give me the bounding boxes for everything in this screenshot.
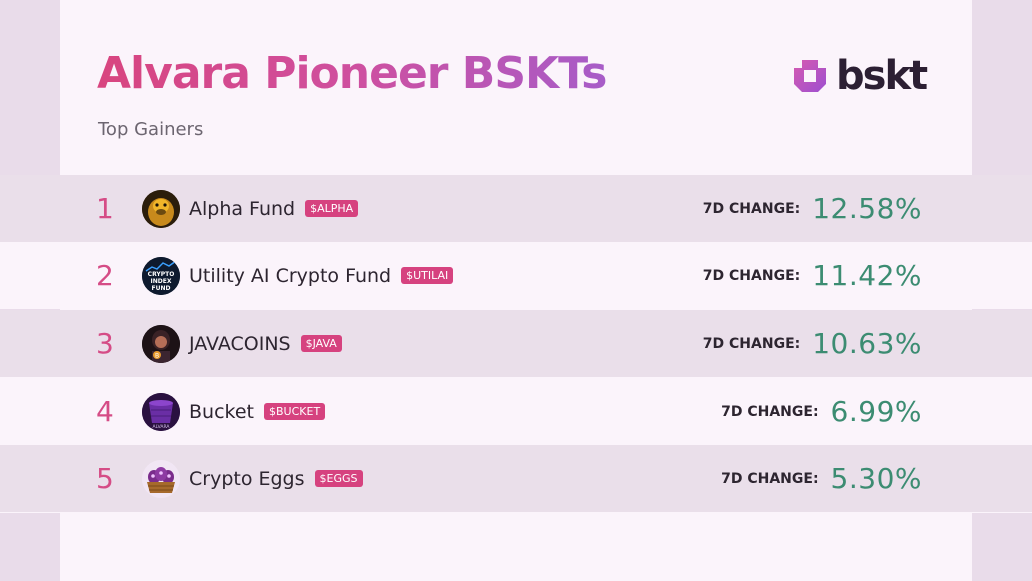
list-item: 1 Alpha Fund $ALPHA 7D CHANGE: 12.58% — [0, 175, 1032, 242]
gorilla-avatar-icon — [142, 189, 180, 228]
java-character-avatar-icon: B — [142, 324, 180, 363]
change-label: 7D CHANGE: — [702, 335, 801, 352]
crypto-index-fund-avatar-icon: CRYPTO INDEX FUND — [142, 256, 180, 295]
bskt-logo-icon — [794, 60, 826, 92]
change-label: 7D CHANGE: — [721, 470, 819, 487]
rank-number: 3 — [96, 327, 114, 360]
fund-name: Alpha Fund $ALPHA — [189, 198, 359, 220]
svg-text:CRYPTO: CRYPTO — [148, 271, 175, 278]
bskt-logo: bskt — [792, 53, 928, 99]
change-value: 11.42% — [812, 259, 922, 292]
rank-number: 4 — [96, 395, 114, 428]
change-value: 6.99% — [830, 395, 922, 428]
change-value: 5.30% — [830, 462, 922, 495]
svg-text:B: B — [155, 352, 159, 359]
ticker-badge: $UTILAI — [401, 266, 454, 284]
fund-name: Utility AI Crypto Fund $UTILAI — [189, 265, 454, 287]
rank-number: 1 — [96, 192, 114, 225]
change-label: 7D CHANGE: — [702, 267, 801, 284]
fund-name: Crypto Eggs $EGGS — [189, 468, 363, 490]
fund-name: Bucket $BUCKET — [189, 401, 326, 423]
change-value: 10.63% — [812, 327, 922, 360]
page-title: Alvara Pioneer BSKTs — [97, 48, 607, 99]
ticker-badge: $EGGS — [314, 469, 363, 487]
logo-text: bskt — [836, 53, 928, 99]
svg-text:ALVARA: ALVARA — [153, 424, 171, 430]
list-item: 4 ALVARA Bucket $BUCKET 7D CHANGE: 6.99% — [0, 378, 1032, 445]
change-label: 7D CHANGE: — [721, 403, 819, 420]
list-item: 2 CRYPTO INDEX FUND Utility AI Crypto Fu… — [0, 242, 1032, 309]
list-item: 3 B JAVACOINS $JAVA 7D CHANGE: 10.63% — [0, 310, 1032, 377]
list-item: 5 Crypto Eggs $EGGS 7D CHANGE: 5.30% — [0, 445, 1032, 512]
svg-text:INDEX: INDEX — [151, 278, 172, 285]
ticker-badge: $BUCKET — [264, 402, 326, 420]
change-label: 7D CHANGE: — [702, 200, 801, 217]
rank-number: 5 — [96, 462, 114, 495]
page-subtitle: Top Gainers — [98, 119, 204, 140]
ticker-badge: $ALPHA — [305, 199, 359, 217]
eggs-basket-avatar-icon — [142, 459, 180, 498]
change-value: 12.58% — [812, 192, 922, 225]
ticker-badge: $JAVA — [300, 334, 342, 352]
fund-name: JAVACOINS $JAVA — [189, 333, 342, 355]
rank-number: 2 — [96, 259, 114, 292]
svg-text:FUND: FUND — [152, 285, 171, 292]
bucket-avatar-icon: ALVARA — [142, 392, 180, 431]
